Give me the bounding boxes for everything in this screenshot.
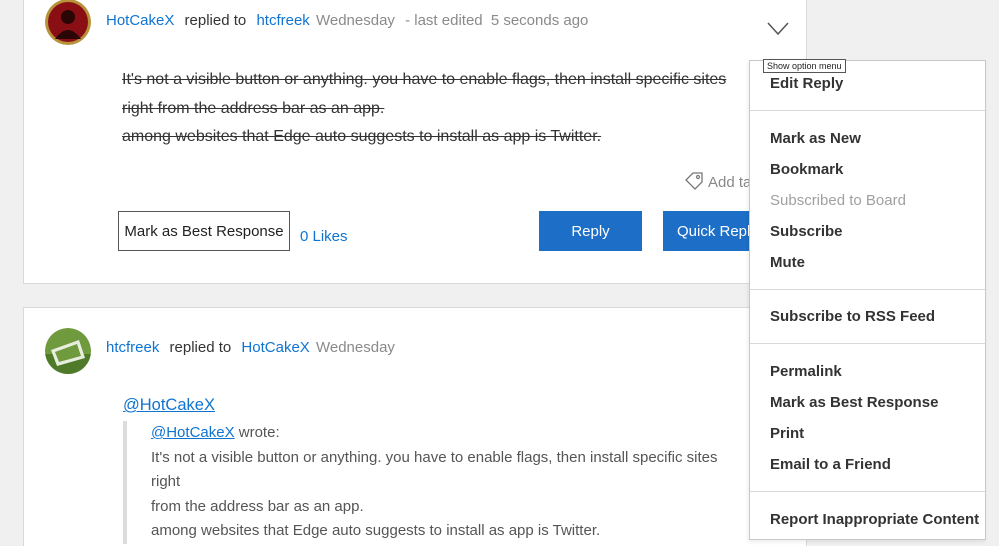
reply-to-link[interactable]: HotCakeX [241, 339, 309, 356]
menu-item-email-friend[interactable]: Email to a Friend [770, 456, 891, 473]
reply-post-hotcakex: HotCakeX replied to htcfreek Wednesday -… [23, 0, 807, 284]
add-tag-label: Add ta [708, 174, 752, 191]
menu-item-mute[interactable]: Mute [770, 254, 805, 271]
menu-divider [750, 343, 985, 344]
menu-item-rss-feed[interactable]: Subscribe to RSS Feed [770, 308, 935, 325]
quote-line: from the address bar as an app. [151, 497, 364, 515]
replied-to-text: replied to [184, 12, 247, 29]
menu-item-print[interactable]: Print [770, 425, 804, 442]
add-tag-button[interactable]: Add ta [684, 172, 751, 191]
menu-item-mark-as-new[interactable]: Mark as New [770, 130, 861, 147]
edited-label: - last edited [405, 12, 483, 29]
menu-item-report-content[interactable]: Report Inappropriate Content [770, 511, 979, 528]
quote-line: among websites that Edge auto suggests t… [151, 522, 601, 539]
post-meta: htcfreek replied to HotCakeX Wednesday [106, 339, 395, 356]
edited-time: 5 seconds ago [490, 12, 589, 29]
tag-icon [685, 172, 703, 190]
replied-to-text: replied to [169, 339, 232, 356]
menu-item-subscribed-to-board: Subscribed to Board [770, 192, 906, 209]
option-menu-tooltip: Show option menu [763, 59, 846, 73]
menu-item-subscribe[interactable]: Subscribe [770, 223, 843, 240]
quick-reply-button[interactable]: Quick Reply [663, 211, 763, 251]
quote-author-link[interactable]: @HotCakeX [151, 424, 235, 441]
quote-header: @HotCakeX wrote: [151, 421, 743, 446]
menu-divider [750, 491, 985, 492]
reply-to-link[interactable]: htcfreek [256, 12, 309, 29]
likes-link[interactable]: 0 Likes [300, 228, 348, 245]
body-line: right from the address bar as an app. [122, 99, 385, 117]
menu-item-bookmark[interactable]: Bookmark [770, 161, 843, 178]
body-line: It's not a visible button or anything. y… [122, 71, 727, 88]
menu-divider [750, 289, 985, 290]
menu-divider [750, 110, 985, 111]
menu-item-edit-reply[interactable]: Edit Reply [770, 75, 843, 92]
menu-item-mark-best-response[interactable]: Mark as Best Response [770, 394, 938, 411]
mention-link[interactable]: @HotCakeX [123, 396, 215, 415]
mark-best-response-button[interactable]: Mark as Best Response [118, 211, 290, 251]
post-body: It's not a visible button or anything. y… [122, 66, 762, 152]
post-meta: HotCakeX replied to htcfreek Wednesday -… [106, 12, 588, 29]
reply-post-htcfreek: htcfreek replied to HotCakeX Wednesday @… [23, 307, 807, 546]
avatar-hotcakex[interactable] [45, 0, 91, 45]
chevron-down-icon[interactable] [767, 22, 789, 36]
author-link[interactable]: HotCakeX [106, 12, 174, 29]
reply-button[interactable]: Reply [539, 211, 642, 251]
post-date: Wednesday [315, 12, 395, 29]
body-line: among websites that Edge auto suggests t… [122, 128, 602, 145]
option-menu: Edit Reply Mark as New Bookmark Subscrib… [749, 60, 986, 540]
avatar-htcfreek[interactable] [45, 328, 91, 374]
menu-item-permalink[interactable]: Permalink [770, 363, 842, 380]
post-date: Wednesday [315, 339, 395, 356]
quote-block: @HotCakeX wrote: It's not a visible butt… [123, 421, 743, 544]
quote-line: It's not a visible button or anything. y… [151, 448, 718, 491]
author-link[interactable]: htcfreek [106, 339, 159, 356]
quote-wrote-label: wrote: [238, 424, 280, 441]
